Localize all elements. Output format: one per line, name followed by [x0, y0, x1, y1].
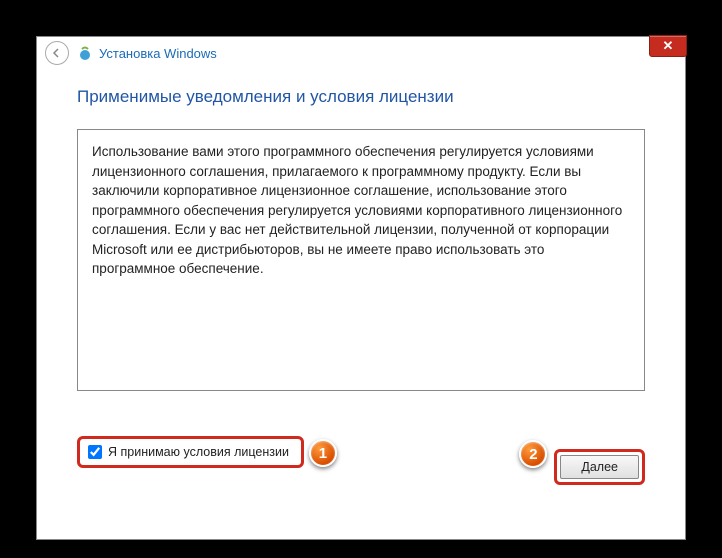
titlebar: Установка Windows ✕ [37, 37, 685, 69]
window-title: Установка Windows [99, 46, 217, 61]
accept-license-highlight: Я принимаю условия лицензии 1 [77, 436, 304, 468]
accept-license-checkbox[interactable] [88, 445, 102, 459]
next-button[interactable]: Далее [560, 455, 639, 479]
back-button[interactable] [45, 41, 69, 65]
license-text: Использование вами этого программного об… [92, 142, 630, 279]
accept-license-label[interactable]: Я принимаю условия лицензии [108, 445, 289, 459]
close-button[interactable]: ✕ [649, 35, 687, 57]
annotation-callout-1: 1 [309, 439, 337, 467]
bottom-controls: Я принимаю условия лицензии 1 Далее 2 [77, 419, 645, 485]
app-icon [77, 45, 93, 61]
installer-window: Установка Windows ✕ Применимые уведомлен… [36, 36, 686, 540]
content-area: Применимые уведомления и условия лицензи… [37, 69, 685, 505]
next-button-highlight: Далее 2 [554, 449, 645, 485]
license-text-box[interactable]: Использование вами этого программного об… [77, 129, 645, 391]
arrow-left-icon [51, 47, 63, 59]
close-icon: ✕ [663, 38, 674, 54]
page-heading: Применимые уведомления и условия лицензи… [77, 87, 645, 107]
annotation-callout-2: 2 [519, 440, 547, 468]
